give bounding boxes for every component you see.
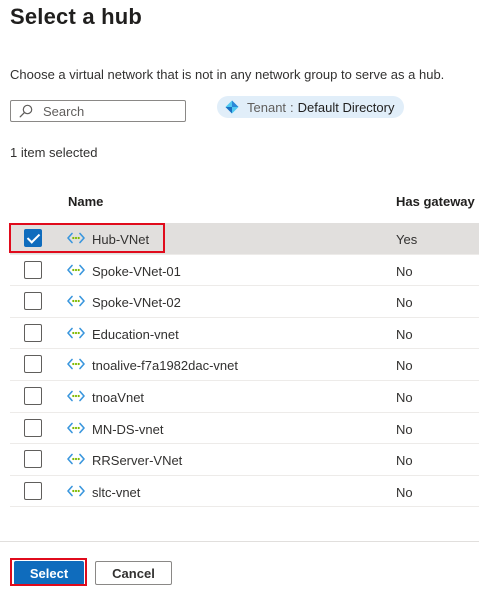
has-gateway-value: Yes xyxy=(396,232,418,247)
vnet-name: tnoaVnet xyxy=(92,389,145,405)
table-row[interactable]: Spoke-VNet-02 No xyxy=(10,286,479,318)
virtual-network-icon xyxy=(67,422,85,433)
table-row[interactable]: RRServer-VNet No xyxy=(10,444,479,476)
row-checkbox[interactable] xyxy=(24,260,42,279)
row-checkbox[interactable] xyxy=(24,418,42,437)
table-row[interactable]: Education-vnet No xyxy=(10,318,479,350)
selection-count: 1 item selected xyxy=(10,145,98,160)
virtual-network-icon xyxy=(67,264,85,275)
vnet-name: sltc-vnet xyxy=(92,484,141,500)
virtual-network-icon xyxy=(67,359,85,370)
vnet-table: Hub-VNet Yes Spoke-VNet-01 No Spoke-VNet… xyxy=(10,223,479,508)
cancel-button[interactable]: Cancel xyxy=(95,561,172,585)
vnet-name: Spoke-VNet-01 xyxy=(92,263,181,279)
vnet-name: tnoalive-f7a1982dac-vnet xyxy=(92,358,238,374)
footer-divider xyxy=(0,541,479,542)
row-checkbox[interactable] xyxy=(24,481,42,500)
has-gateway-value: No xyxy=(396,358,413,374)
column-header-name[interactable]: Name xyxy=(68,194,103,209)
vnet-name: MN-DS-vnet xyxy=(92,421,164,437)
virtual-network-icon xyxy=(67,232,85,244)
table-row[interactable]: Hub-VNet Yes xyxy=(10,223,479,255)
row-checkbox[interactable] xyxy=(24,292,42,311)
table-row[interactable]: sltc-vnet No xyxy=(10,476,479,508)
column-header-has-gateway[interactable]: Has gateway xyxy=(396,194,475,209)
row-checkbox[interactable] xyxy=(24,229,42,247)
has-gateway-value: No xyxy=(396,453,413,469)
virtual-network-icon xyxy=(67,453,85,465)
has-gateway-value: No xyxy=(396,263,413,279)
page-title: Select a hub xyxy=(10,4,142,29)
search-input[interactable] xyxy=(43,103,173,119)
row-checkbox[interactable] xyxy=(24,355,42,374)
vnet-name: Hub-VNet xyxy=(92,232,150,247)
virtual-network-icon xyxy=(67,327,85,339)
table-row[interactable]: Spoke-VNet-01 No xyxy=(10,255,479,287)
tenant-separator: : xyxy=(290,99,294,115)
panel-description: Choose a virtual network that is not in … xyxy=(10,67,445,82)
tenant-label: Tenant xyxy=(247,99,287,115)
has-gateway-value: No xyxy=(396,389,413,405)
row-checkbox[interactable] xyxy=(24,450,42,469)
azure-ad-diamond-icon xyxy=(225,100,239,114)
table-row[interactable]: tnoalive-f7a1982dac-vnet No xyxy=(10,349,479,381)
has-gateway-value: No xyxy=(396,484,413,500)
has-gateway-value: No xyxy=(396,326,413,342)
virtual-network-icon xyxy=(67,390,85,402)
select-button[interactable]: Select xyxy=(14,561,84,585)
virtual-network-icon xyxy=(67,295,85,307)
search-icon xyxy=(19,104,33,118)
vnet-name: RRServer-VNet xyxy=(92,453,183,469)
search-box[interactable] xyxy=(10,100,186,122)
row-checkbox[interactable] xyxy=(24,323,42,342)
table-row[interactable]: tnoaVnet No xyxy=(10,381,479,413)
has-gateway-value: No xyxy=(396,295,413,311)
table-row[interactable]: MN-DS-vnet No xyxy=(10,413,479,445)
virtual-network-icon xyxy=(67,485,85,497)
vnet-name: Spoke-VNet-02 xyxy=(92,295,181,311)
row-checkbox[interactable] xyxy=(24,386,42,405)
tenant-value: Default Directory xyxy=(297,99,395,115)
tenant-filter-pill[interactable]: Tenant : Default Directory xyxy=(217,96,405,118)
vnet-name: Education-vnet xyxy=(92,326,179,342)
has-gateway-value: No xyxy=(396,421,413,437)
